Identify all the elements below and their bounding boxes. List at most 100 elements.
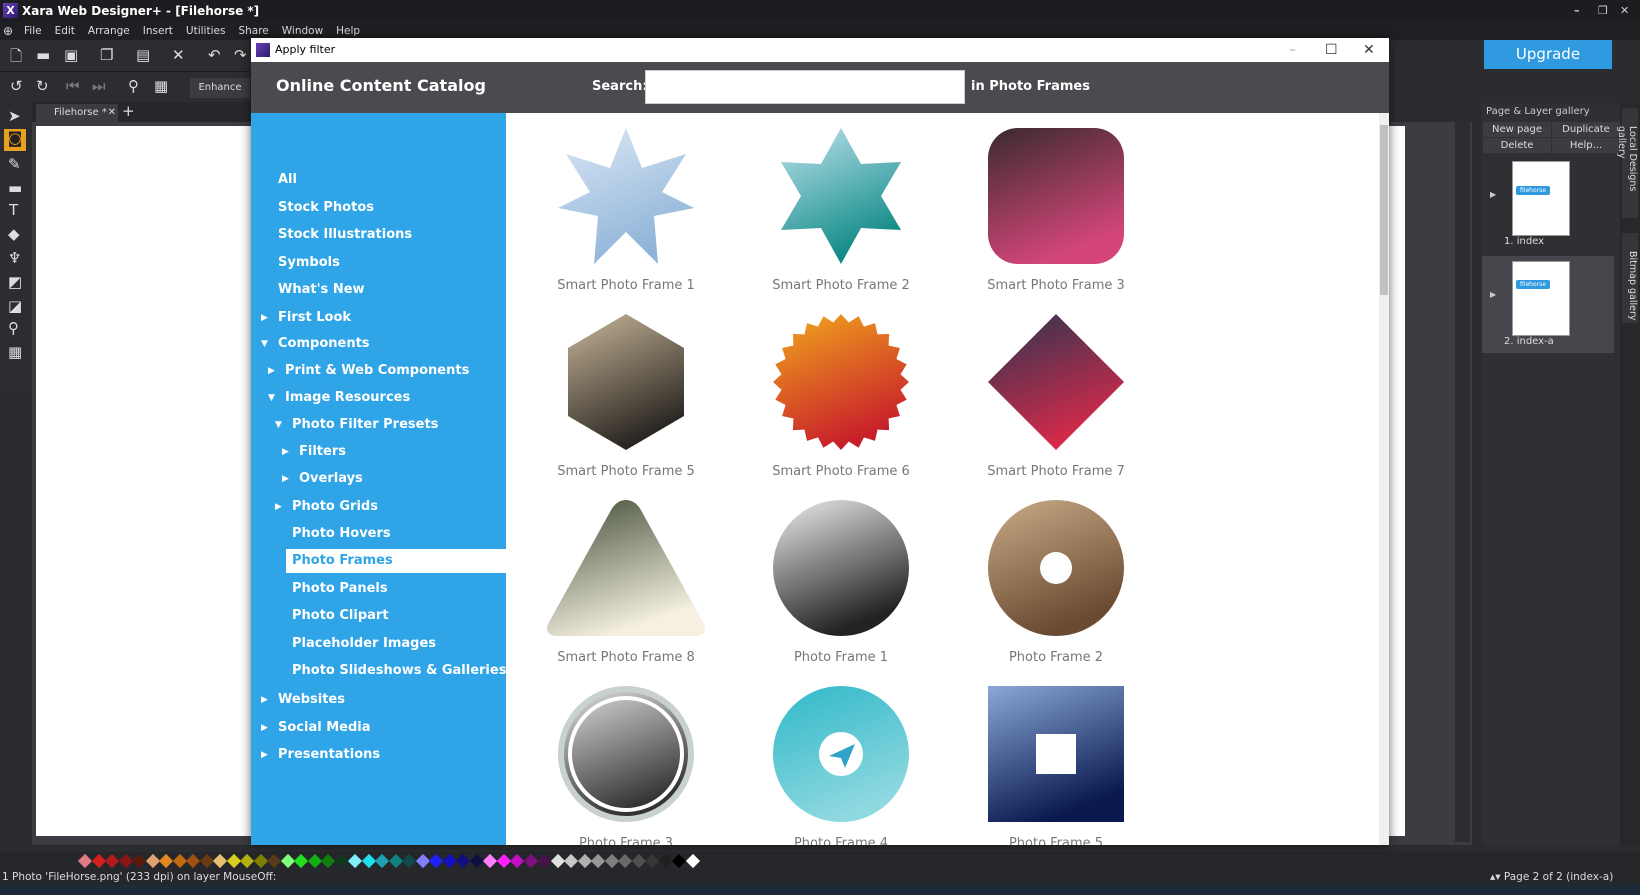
caret-right-icon[interactable]: ▶ — [282, 467, 289, 491]
frame-item[interactable]: Smart Photo Frame 3 — [956, 128, 1156, 308]
table-tool-icon[interactable]: ▦ — [8, 343, 22, 361]
nav-item[interactable]: ▶ Presentations — [251, 743, 506, 767]
duplicate-button[interactable]: Duplicate — [1552, 122, 1620, 137]
nav-item[interactable]: ▶ Print & Web Components — [251, 359, 506, 383]
nav-item[interactable]: Stock Photos — [251, 196, 506, 220]
color-swatch[interactable] — [455, 853, 471, 869]
delete-icon[interactable]: ✕ — [172, 46, 185, 64]
last-icon[interactable]: ⏭ — [92, 77, 106, 95]
rotate-right-icon[interactable]: ↻ — [36, 77, 49, 95]
new-page-button[interactable]: New page — [1483, 122, 1551, 137]
maximize-icon[interactable]: ☐ — [1325, 38, 1338, 62]
color-swatch[interactable] — [293, 853, 309, 869]
nav-item[interactable]: Photo Clipart — [251, 604, 506, 628]
nav-item[interactable]: ▶ Websites — [251, 688, 506, 712]
delete-button[interactable]: Delete — [1483, 138, 1551, 153]
color-swatch[interactable] — [496, 853, 511, 869]
nav-item[interactable]: ▶ First Look — [251, 306, 506, 330]
local-designs-gallery-tab[interactable]: Local Designs gallery — [1616, 108, 1638, 218]
color-swatch[interactable] — [590, 853, 606, 869]
color-swatch[interactable] — [415, 853, 430, 869]
color-swatch[interactable] — [320, 853, 336, 869]
color-swatch[interactable] — [523, 853, 538, 869]
canvas-vertical-scrollbar[interactable] — [1455, 122, 1470, 842]
color-swatch[interactable] — [550, 853, 565, 869]
color-swatch[interactable] — [563, 853, 579, 869]
color-swatch[interactable] — [644, 853, 660, 869]
frame-item[interactable]: Smart Photo Frame 5 — [526, 314, 726, 494]
color-swatch[interactable] — [253, 853, 268, 869]
minimize-icon[interactable]: – — [1289, 38, 1296, 62]
color-swatch[interactable] — [212, 853, 228, 869]
undo-icon[interactable]: ↶ — [208, 46, 221, 64]
color-swatch[interactable] — [77, 853, 93, 869]
nav-item[interactable]: Placeholder Images — [251, 632, 506, 656]
nav-item[interactable]: Symbols — [251, 251, 506, 275]
nav-item[interactable]: ▶ Overlays — [251, 467, 506, 491]
minimize-icon[interactable]: – — [1574, 0, 1580, 22]
globe-icon[interactable]: ⊕ — [3, 24, 13, 38]
color-swatch[interactable] — [91, 853, 106, 869]
first-icon[interactable]: ⏮ — [66, 77, 80, 95]
nav-item[interactable]: Photo Frames — [286, 549, 506, 573]
menu-window[interactable]: Window — [282, 25, 323, 37]
color-swatch[interactable] — [266, 853, 282, 869]
scrollbar-thumb[interactable] — [1380, 125, 1388, 295]
menu-help[interactable]: Help — [336, 25, 360, 37]
color-swatch[interactable] — [226, 853, 241, 869]
rotate-left-icon[interactable]: ↺ — [10, 77, 23, 95]
color-swatch[interactable] — [131, 853, 147, 869]
frame-item[interactable]: Photo Frame 5 — [956, 686, 1156, 845]
frame-item[interactable]: Photo Frame 2 — [956, 500, 1156, 680]
color-swatch[interactable] — [671, 853, 687, 869]
frame-item[interactable]: Photo Frame 3 — [526, 686, 726, 845]
color-swatch[interactable] — [334, 853, 349, 869]
copy-icon[interactable]: ❐ — [100, 46, 113, 64]
color-swatch[interactable] — [104, 853, 120, 869]
caret-down-icon[interactable]: ▼ — [275, 413, 282, 437]
nav-item[interactable]: ▶ Filters — [251, 440, 506, 464]
search-input[interactable] — [645, 70, 965, 104]
color-swatch[interactable] — [604, 853, 619, 869]
nav-item[interactable]: Stock Illustrations — [251, 223, 506, 247]
text-tool-icon[interactable]: T — [9, 201, 18, 219]
color-swatch[interactable] — [347, 853, 363, 869]
document-page[interactable] — [36, 126, 251, 836]
rectangle-tool-icon[interactable]: ▬ — [8, 179, 22, 197]
nav-item[interactable]: Photo Panels — [251, 577, 506, 601]
color-swatch[interactable] — [280, 853, 295, 869]
nav-item[interactable]: Photo Slideshows & Galleries — [251, 659, 506, 683]
color-swatch[interactable] — [374, 853, 390, 869]
color-swatch[interactable] — [172, 853, 187, 869]
fill-tool-icon[interactable]: ◆ — [8, 225, 20, 243]
color-swatch[interactable] — [307, 853, 322, 869]
new-document-icon[interactable]: 🗋 — [10, 46, 22, 71]
color-swatch[interactable] — [482, 853, 498, 869]
close-icon[interactable]: ✕ — [1620, 0, 1629, 22]
color-swatch[interactable] — [631, 853, 646, 869]
color-swatch[interactable] — [469, 853, 484, 869]
grid-scrollbar[interactable] — [1379, 113, 1389, 845]
expand-arrow-icon[interactable]: ▶ — [1490, 290, 1496, 299]
color-swatch[interactable] — [145, 853, 160, 869]
bitmap-gallery-tab[interactable]: Bitmap gallery — [1622, 233, 1638, 323]
color-swatch[interactable] — [388, 853, 403, 869]
help-button[interactable]: Help... — [1552, 138, 1620, 153]
menu-insert[interactable]: Insert — [143, 25, 173, 37]
nav-item[interactable]: ▼ Image Resources — [251, 386, 506, 410]
menu-utilities[interactable]: Utilities — [186, 25, 226, 37]
frame-item[interactable]: Photo Frame 4 — [741, 686, 941, 845]
image-resolution-icon[interactable]: ▦ — [154, 77, 168, 95]
frame-item[interactable]: Smart Photo Frame 8 — [526, 500, 726, 680]
nav-item[interactable]: ▼ Components — [251, 332, 506, 356]
zoom-tool-icon[interactable]: ⚲ — [8, 319, 19, 337]
nav-item[interactable]: ▶ Photo Grids — [251, 495, 506, 519]
bevel-tool-icon[interactable]: ◪ — [8, 297, 22, 315]
menu-edit[interactable]: Edit — [55, 25, 75, 37]
color-swatch[interactable] — [239, 853, 255, 869]
selector-tool-icon[interactable]: ➤ — [8, 107, 21, 125]
zoom-actual-icon[interactable]: ⚲ — [128, 77, 139, 95]
color-swatch[interactable] — [401, 853, 417, 869]
nav-item[interactable]: ▶ Social Media — [251, 716, 506, 740]
color-swatch[interactable] — [361, 853, 376, 869]
